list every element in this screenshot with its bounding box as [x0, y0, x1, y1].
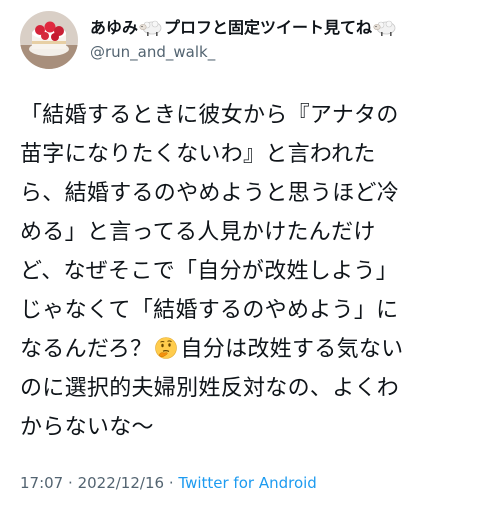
tweet-text: 「結婚するときに彼女から『アナタの 苗字になりたくないわ』と言われた ら、結婚す… [20, 96, 468, 447]
tweet-text-line: のに選択的夫婦別姓反対なの、よくわ [20, 376, 400, 401]
tweet-text-line: 苗字になりたくないわ』と言われた [20, 142, 376, 167]
tweet-date[interactable]: 2022/12/16 [78, 474, 164, 492]
author-names: あゆみ プロフと固定ツイート見てね @run_and_walk_ [90, 17, 398, 63]
tweet-text-line: 「結婚するときに彼女から『アナタの [20, 103, 399, 128]
display-name-part1: あゆみ [90, 18, 139, 37]
tweet-text-line: ら、結婚するのやめようと思うほど冷 [20, 181, 400, 206]
tweet-text-line-with-emoji: なるんだろ？ 自分は改姓する気ない [20, 330, 468, 369]
display-name[interactable]: あゆみ プロフと固定ツイート見てね [90, 17, 398, 39]
sheep-icon [139, 19, 163, 37]
tweet-time[interactable]: 17:07 [20, 474, 63, 492]
thinking-face-icon [154, 334, 178, 359]
meta-separator: · [68, 474, 73, 492]
tweet-text-segment: 自分は改姓する気ない [180, 337, 404, 362]
tweet-text-line: ど、なぜそこで「自分が改姓しよう」 [20, 259, 399, 284]
tweet-text-segment: なるんだろ？ [20, 337, 153, 362]
author-handle[interactable]: @run_and_walk_ [90, 41, 398, 63]
tweet-metadata: 17:07 · 2022/12/16 · Twitter for Android [20, 472, 317, 494]
tweet-text-line: める」と言ってる人見かけたんだけ [20, 220, 376, 245]
tweet-text-line: じゃなくて「結婚するのやめよう」に [20, 298, 399, 323]
meta-separator: · [168, 474, 174, 492]
tweet-header: あゆみ プロフと固定ツイート見てね @run_and_walk_ [20, 8, 464, 72]
avatar[interactable] [20, 11, 78, 69]
display-name-part2: プロフと固定ツイート見てね [164, 18, 373, 37]
tweet-source-link[interactable]: Twitter for Android [178, 474, 316, 492]
sheep-icon [373, 19, 397, 37]
tweet-text-line: からないな〜 [20, 415, 154, 440]
tweet-card: あゆみ プロフと固定ツイート見てね @run_and_walk_ 「結婚するとき… [0, 0, 480, 510]
